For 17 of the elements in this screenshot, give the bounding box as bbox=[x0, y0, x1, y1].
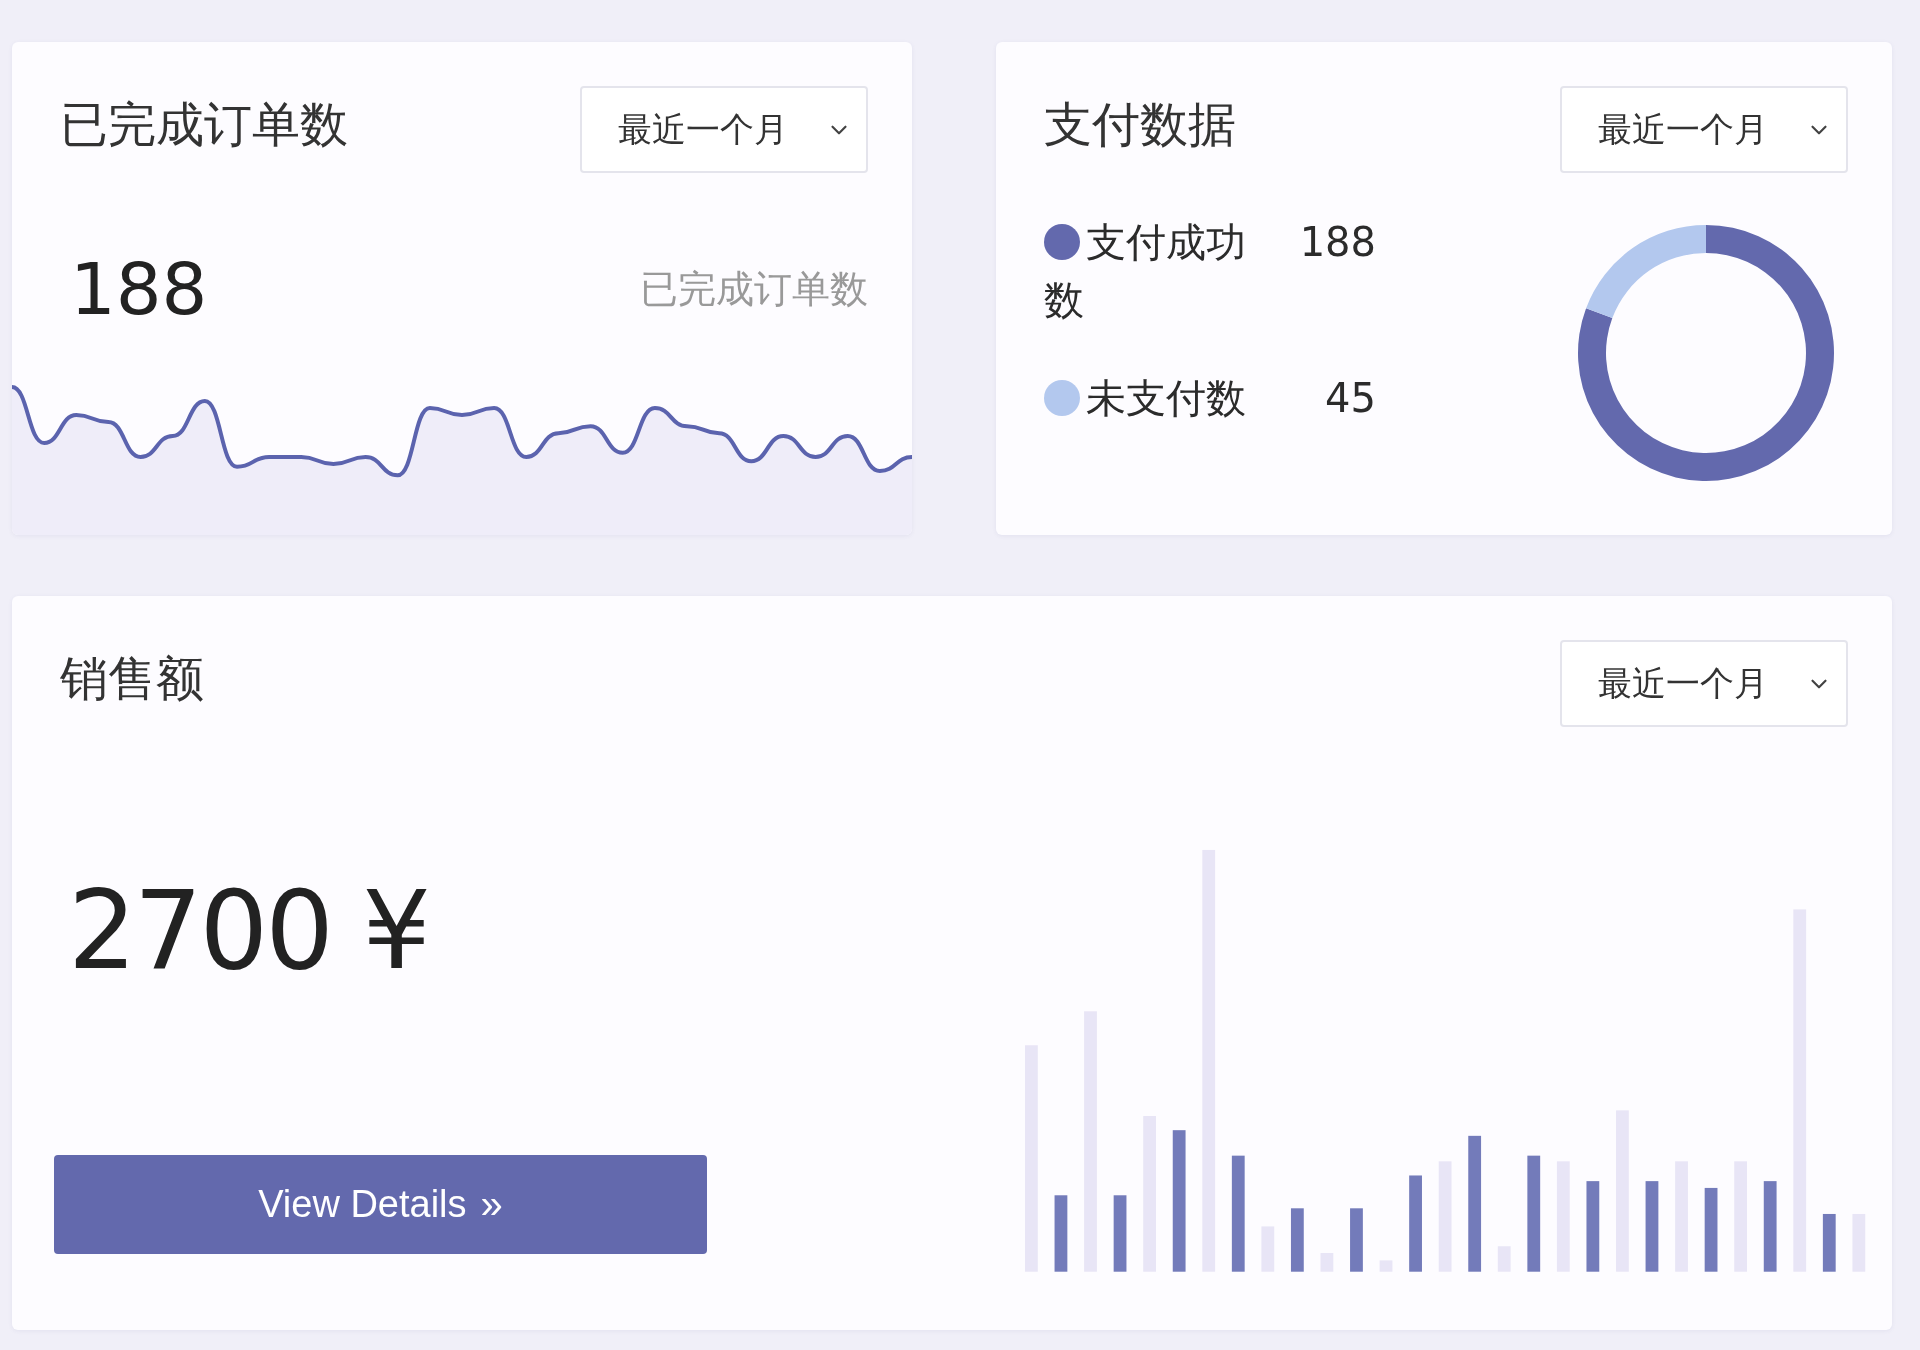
legend-label: 支付成功数 bbox=[1044, 218, 1247, 325]
period-select[interactable]: 最近一个月 bbox=[1560, 640, 1848, 727]
legend-label: 未支付数 bbox=[1085, 374, 1247, 423]
period-select[interactable]: 最近一个月 bbox=[580, 86, 868, 173]
card-title: 销售额 bbox=[60, 654, 204, 702]
legend-value: 188 bbox=[1298, 218, 1376, 267]
legend-value: 45 bbox=[1324, 374, 1376, 423]
chart-bar bbox=[1823, 1213, 1836, 1272]
period-select[interactable]: 最近一个月 bbox=[1560, 86, 1848, 173]
count-caption: 已完成订单数 bbox=[640, 265, 868, 313]
order-count: 188 bbox=[70, 253, 208, 325]
chart-bar bbox=[1291, 1208, 1304, 1272]
card-title: 已完成订单数 bbox=[60, 100, 348, 148]
sales-amount: 2700 ¥ bbox=[68, 877, 429, 985]
chart-bar bbox=[1350, 1208, 1364, 1272]
view-details-button[interactable]: View Details » bbox=[54, 1155, 707, 1254]
card-title: 支付数据 bbox=[1044, 100, 1236, 148]
